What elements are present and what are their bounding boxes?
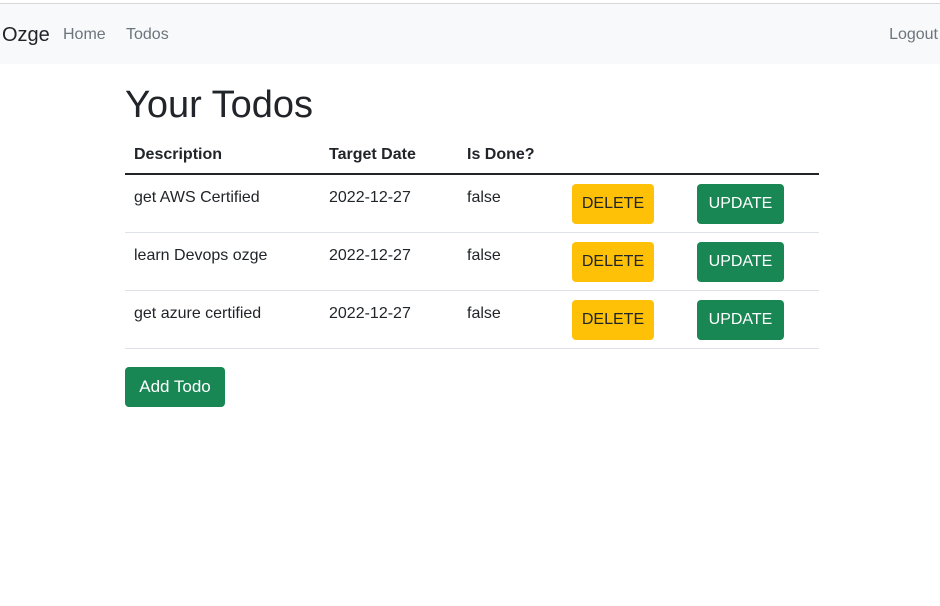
update-button[interactable]: UPDATE: [697, 242, 784, 282]
brand-link[interactable]: Ozge: [2, 22, 50, 48]
header-description: Description: [134, 146, 223, 163]
cell-target-date: 2022-12-27: [329, 189, 411, 206]
cell-target-date: 2022-12-27: [329, 247, 411, 264]
table-row: get AWS Certified 2022-12-27 false DELET…: [125, 175, 819, 233]
delete-button[interactable]: DELETE: [572, 242, 654, 282]
table-row: get azure certified 2022-12-27 false DEL…: [125, 291, 819, 349]
table-row: learn Devops ozge 2022-12-27 false DELET…: [125, 233, 819, 291]
nav-link-todos[interactable]: Todos: [126, 24, 169, 46]
update-button[interactable]: UPDATE: [697, 300, 784, 340]
add-todo-button[interactable]: Add Todo: [125, 367, 225, 407]
cell-description: learn Devops ozge: [134, 247, 268, 264]
cell-is-done: false: [467, 247, 501, 264]
delete-button[interactable]: DELETE: [572, 300, 654, 340]
todos-table: Description Target Date Is Done? get AWS…: [125, 136, 819, 349]
cell-target-date: 2022-12-27: [329, 305, 411, 322]
nav-link-home[interactable]: Home: [63, 24, 106, 46]
table-header: Description Target Date Is Done?: [125, 136, 819, 175]
header-is-done: Is Done?: [467, 146, 535, 163]
cell-description: get azure certified: [134, 305, 262, 322]
cell-is-done: false: [467, 305, 501, 322]
delete-button[interactable]: DELETE: [572, 184, 654, 224]
cell-is-done: false: [467, 189, 501, 206]
page-title: Your Todos: [125, 84, 314, 126]
navbar: Ozge Home Todos Logout: [0, 4, 940, 64]
logout-link[interactable]: Logout: [889, 24, 938, 46]
cell-description: get AWS Certified: [134, 189, 260, 206]
update-button[interactable]: UPDATE: [697, 184, 784, 224]
header-target-date: Target Date: [329, 146, 416, 163]
